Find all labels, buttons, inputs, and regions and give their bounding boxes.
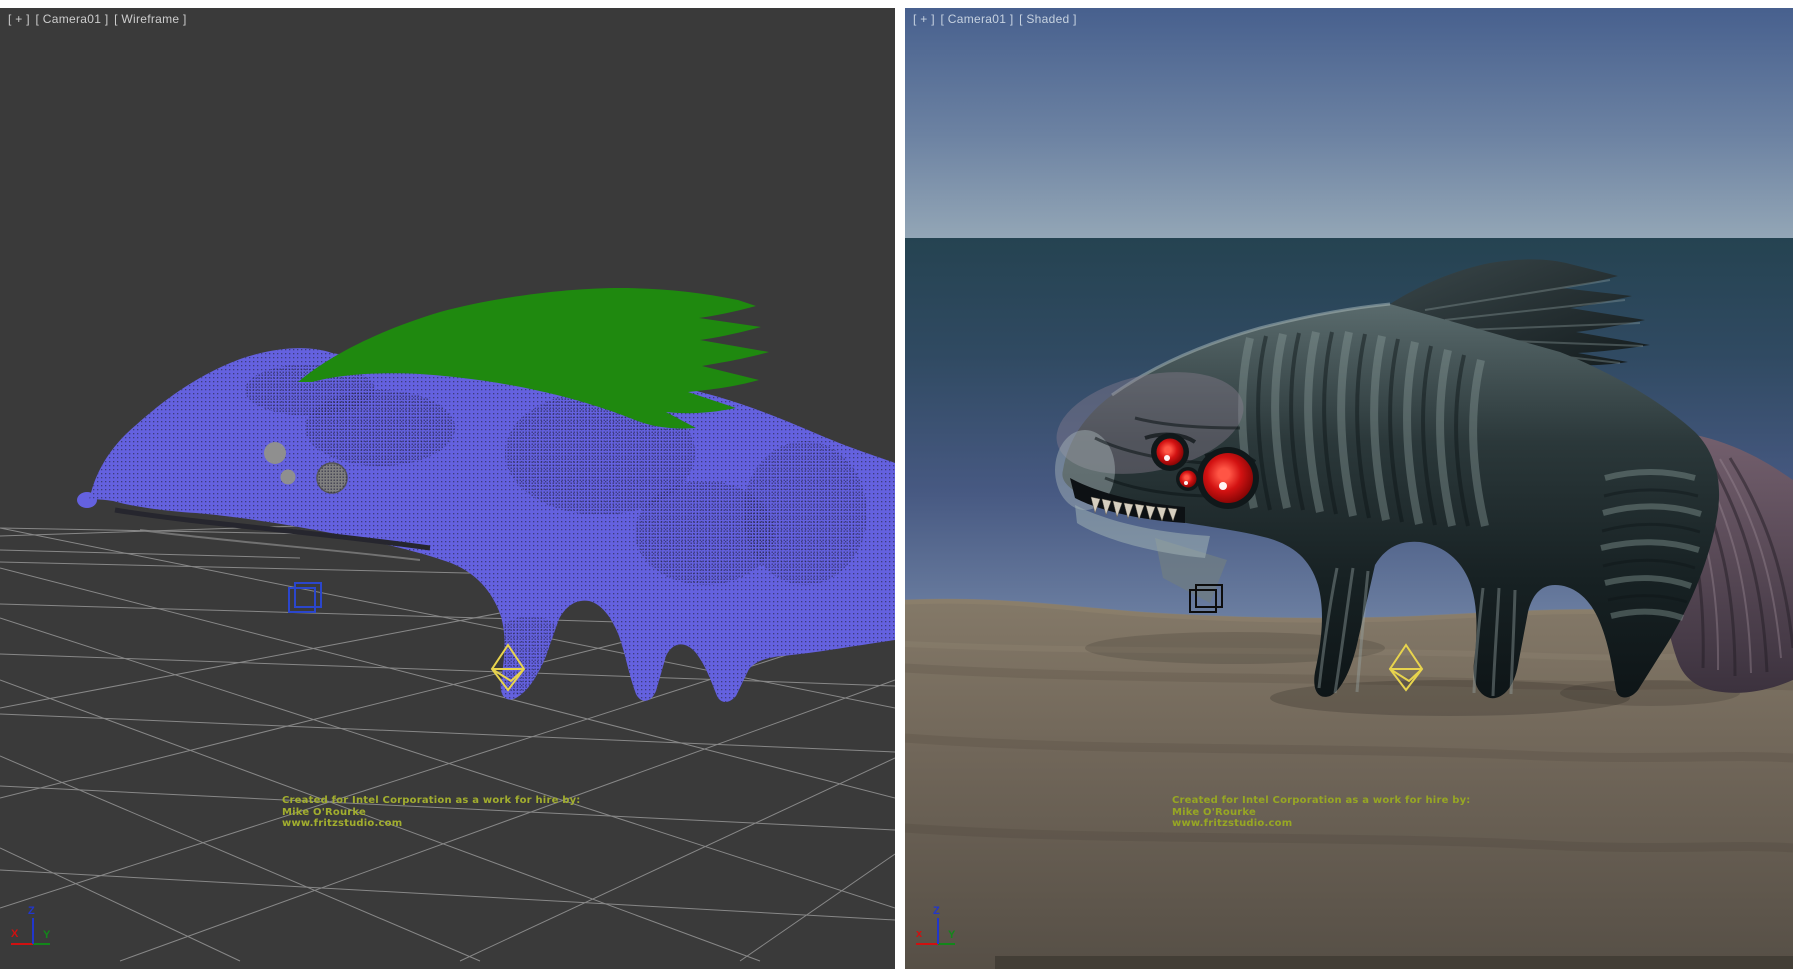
axis-x-label: x bbox=[916, 928, 923, 940]
watermark-line3: www.fritzstudio.com bbox=[1172, 818, 1471, 830]
viewport-menu-camera[interactable]: [ Camera01 ] bbox=[940, 12, 1013, 26]
viewport-shaded[interactable]: [ + ] [ Camera01 ] [ Shaded ] bbox=[905, 8, 1793, 969]
watermark-line3: www.fritzstudio.com bbox=[282, 818, 581, 830]
copyright-watermark: Created for Intel Corporation as a work … bbox=[282, 795, 581, 830]
watermark-line1: Created for Intel Corporation as a work … bbox=[282, 795, 581, 807]
viewport-menu-general[interactable]: [ + ] bbox=[8, 12, 30, 26]
axis-x-label: X bbox=[11, 928, 19, 940]
viewport-menu-shading[interactable]: [ Shaded ] bbox=[1019, 12, 1077, 26]
viewport-label: [ + ] [ Camera01 ] [ Shaded ] bbox=[913, 12, 1079, 26]
axis-tripod: X Y Z bbox=[11, 905, 51, 944]
viewport-menu-general[interactable]: [ + ] bbox=[913, 12, 935, 26]
axis-y-label: Y bbox=[948, 929, 956, 941]
viewport-menu-camera[interactable]: [ Camera01 ] bbox=[35, 12, 108, 26]
copyright-watermark: Created for Intel Corporation as a work … bbox=[1172, 795, 1471, 830]
watermark-line2: Mike O'Rourke bbox=[282, 807, 581, 819]
axis-z-label: Z bbox=[933, 905, 940, 917]
viewport-label: [ + ] [ Camera01 ] [ Wireframe ] bbox=[8, 12, 189, 26]
watermark-line2: Mike O'Rourke bbox=[1172, 807, 1471, 819]
axis-y-label: Y bbox=[43, 929, 51, 941]
viewport-menu-shading[interactable]: [ Wireframe ] bbox=[114, 12, 187, 26]
sky-gradient bbox=[905, 8, 1793, 238]
dummy-box-helper[interactable] bbox=[289, 583, 321, 612]
axis-z-label: Z bbox=[28, 905, 35, 917]
dual-viewport-canvas: [ + ] [ Camera01 ] [ Wireframe ] bbox=[0, 0, 1800, 978]
watermark-line1: Created for Intel Corporation as a work … bbox=[1172, 795, 1471, 807]
viewport-wireframe[interactable]: [ + ] [ Camera01 ] [ Wireframe ] bbox=[0, 8, 895, 969]
creature-model-wireframe[interactable] bbox=[77, 288, 895, 702]
